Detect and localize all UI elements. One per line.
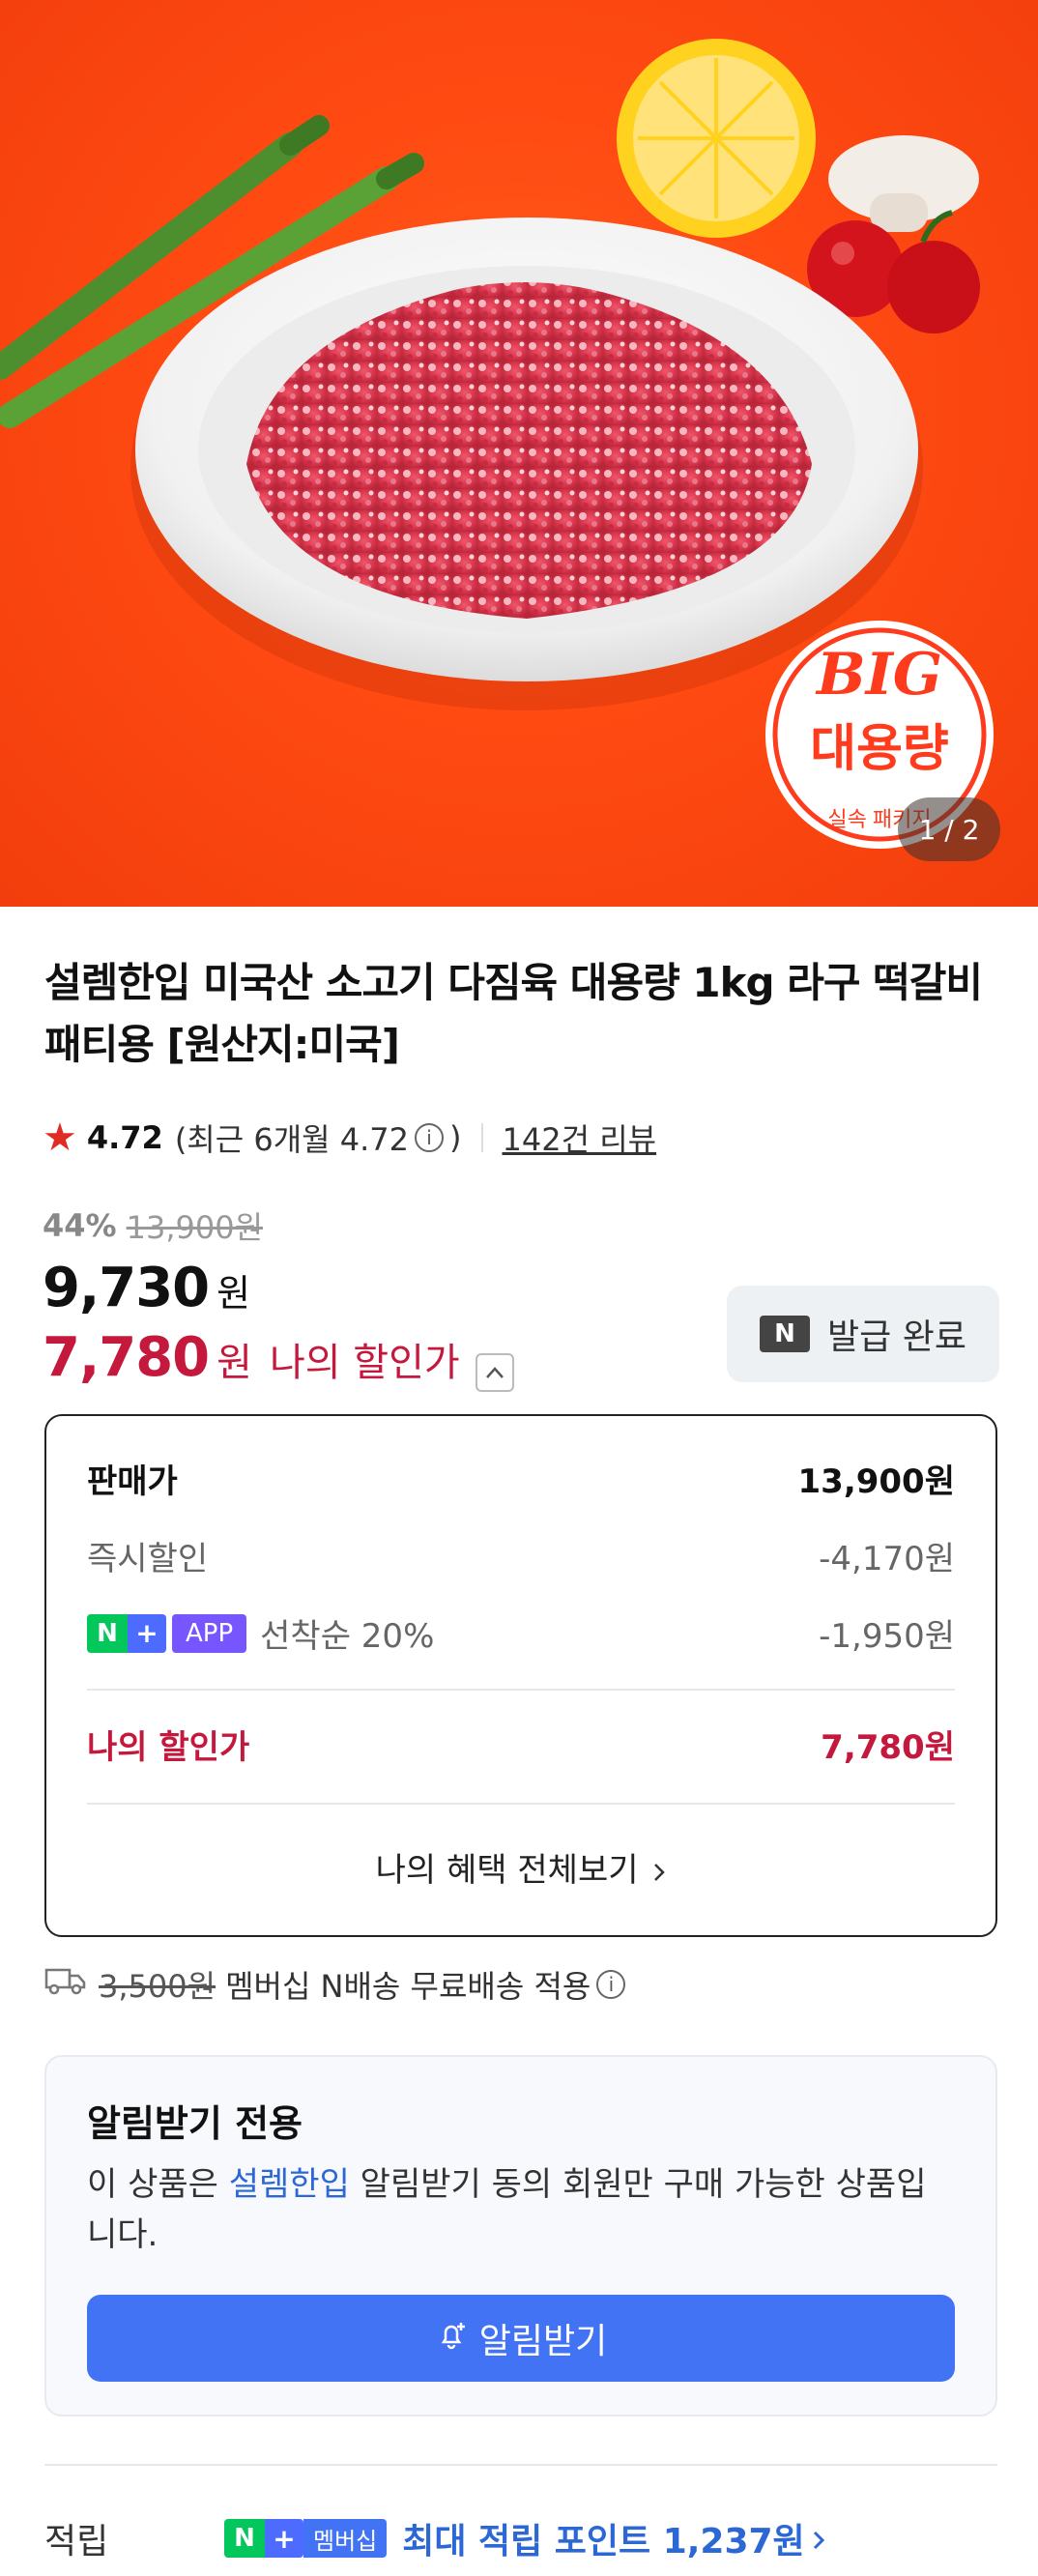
- rating-score: 4.72: [86, 1119, 163, 1156]
- original-shipping-fee: 3,500원: [99, 1968, 216, 2005]
- product-photo: BIG 대용량 실속 패키지: [0, 39, 994, 849]
- breakdown-label: 즉시할인: [87, 1540, 209, 1578]
- total-value: 7,780원: [821, 1728, 955, 1767]
- total-label: 나의 할인가: [87, 1728, 250, 1767]
- product-title: 설렘한입 미국산 소고기 다짐육 대용량 1kg 라구 떡갈비 패티용 [원산지…: [44, 959, 983, 1068]
- star-icon: ★: [43, 1115, 77, 1160]
- sale-price-unit: 원: [216, 1272, 251, 1315]
- naver-plus-badge: N +: [87, 1613, 166, 1653]
- my-price-unit: 원: [216, 1341, 252, 1385]
- subscribe-alert-button[interactable]: 알림받기: [87, 2295, 955, 2382]
- breakdown-row: N + APP 선착순 20% -1,950원: [87, 1609, 955, 1657]
- sticker-big-text: BIG: [815, 641, 942, 709]
- sale-price: 9,730: [43, 1257, 210, 1319]
- breakdown-total-row: 나의 할인가 7,780원: [87, 1721, 955, 1768]
- rating-row: ★ 4.72 (최근 6개월 4.72 i ) 142건 리뷰: [43, 1116, 656, 1159]
- desc-prefix: 이 상품은: [87, 2165, 229, 2204]
- review-link[interactable]: 142건 리뷰: [503, 1115, 657, 1160]
- membership-badge: 멤버십: [303, 2519, 388, 2558]
- chevron-right-icon: [649, 1851, 666, 1890]
- shipping-row: 3,500원 멤버십 N배송 무료배송 적용 i: [44, 1962, 631, 2007]
- promo-badges: N + APP 선착순 20%: [87, 1609, 434, 1657]
- sticker-main-text: 대용량: [810, 721, 949, 777]
- naver-plus-badge: N +: [224, 2519, 303, 2558]
- seller-link[interactable]: 설렘한입: [229, 2165, 350, 2204]
- max-points-text: 최대 적립 포인트 1,237원: [402, 2522, 805, 2562]
- product-image-gallery[interactable]: BIG 대용량 실속 패키지 1 / 2: [0, 0, 1038, 907]
- plus-icon: +: [265, 2519, 303, 2558]
- chevron-up-icon[interactable]: [475, 1353, 514, 1392]
- divider: [87, 1803, 955, 1805]
- divider: [87, 1689, 955, 1691]
- points-row[interactable]: 적립 N + 멤버십 최대 적립 포인트 1,237원: [44, 2513, 826, 2563]
- notification-title: 알림받기 전용: [87, 2102, 303, 2145]
- coupon-issued-button[interactable]: N 발급 완료: [727, 1286, 999, 1382]
- naver-n-icon: N: [224, 2519, 265, 2558]
- divider: [44, 2464, 997, 2466]
- plus-icon: +: [128, 1613, 166, 1653]
- subscribe-alert-label: 알림받기: [478, 2322, 608, 2361]
- divider: [480, 1123, 483, 1152]
- shipping-text: 멤버십 N배송 무료배송 적용: [225, 1968, 591, 2005]
- my-price: 7,780: [43, 1326, 210, 1389]
- my-price-row[interactable]: 7,780 원 나의 할인가: [43, 1326, 514, 1392]
- benefits-link-label: 나의 혜택 전체보기: [375, 1851, 639, 1890]
- recent-rating-text: (최근 6개월 4.72: [174, 1121, 410, 1158]
- discount-percent: 44%: [43, 1207, 117, 1244]
- notification-description: 이 상품은 설렘한입 알림받기 동의 회원만 구매 가능한 상품입니다.: [87, 2159, 955, 2260]
- app-badge: APP: [172, 1613, 247, 1653]
- view-all-benefits-link[interactable]: 나의 혜택 전체보기: [46, 1843, 995, 1891]
- sale-price-row: 9,730 원: [43, 1257, 250, 1319]
- info-icon[interactable]: i: [415, 1123, 445, 1152]
- my-price-label: 나의 할인가: [269, 1341, 460, 1385]
- breakdown-value: -1,950원: [819, 1617, 955, 1656]
- chevron-right-icon: [805, 2519, 826, 2559]
- breakdown-label: 선착순 20%: [260, 1617, 435, 1656]
- notification-only-box: 알림받기 전용 이 상품은 설렘한입 알림받기 동의 회원만 구매 가능한 상품…: [44, 2055, 997, 2417]
- breakdown-row: 판매가 13,900원: [87, 1455, 955, 1502]
- bell-plus-icon: [435, 2317, 470, 2360]
- naver-n-icon: N: [760, 1316, 811, 1352]
- discount-row: 44% 13,900원: [43, 1203, 263, 1248]
- naver-n-icon: N: [87, 1613, 128, 1653]
- points-label: 적립: [44, 2522, 109, 2562]
- image-counter: 1 / 2: [898, 797, 1000, 861]
- breakdown-row: 즉시할인 -4,170원: [87, 1532, 955, 1579]
- breakdown-label: 판매가: [87, 1462, 178, 1501]
- breakdown-value: 13,900원: [797, 1462, 955, 1501]
- original-price: 13,900원: [126, 1209, 264, 1246]
- price-breakdown-box: 판매가 13,900원 즉시할인 -4,170원 N + APP 선착순 20%…: [44, 1414, 997, 1937]
- truck-icon: [44, 1966, 99, 2003]
- recent-rating-close: ): [449, 1119, 462, 1156]
- breakdown-value: -4,170원: [819, 1540, 955, 1578]
- info-icon[interactable]: i: [596, 1970, 626, 1999]
- coupon-label: 발급 완료: [827, 1317, 966, 1357]
